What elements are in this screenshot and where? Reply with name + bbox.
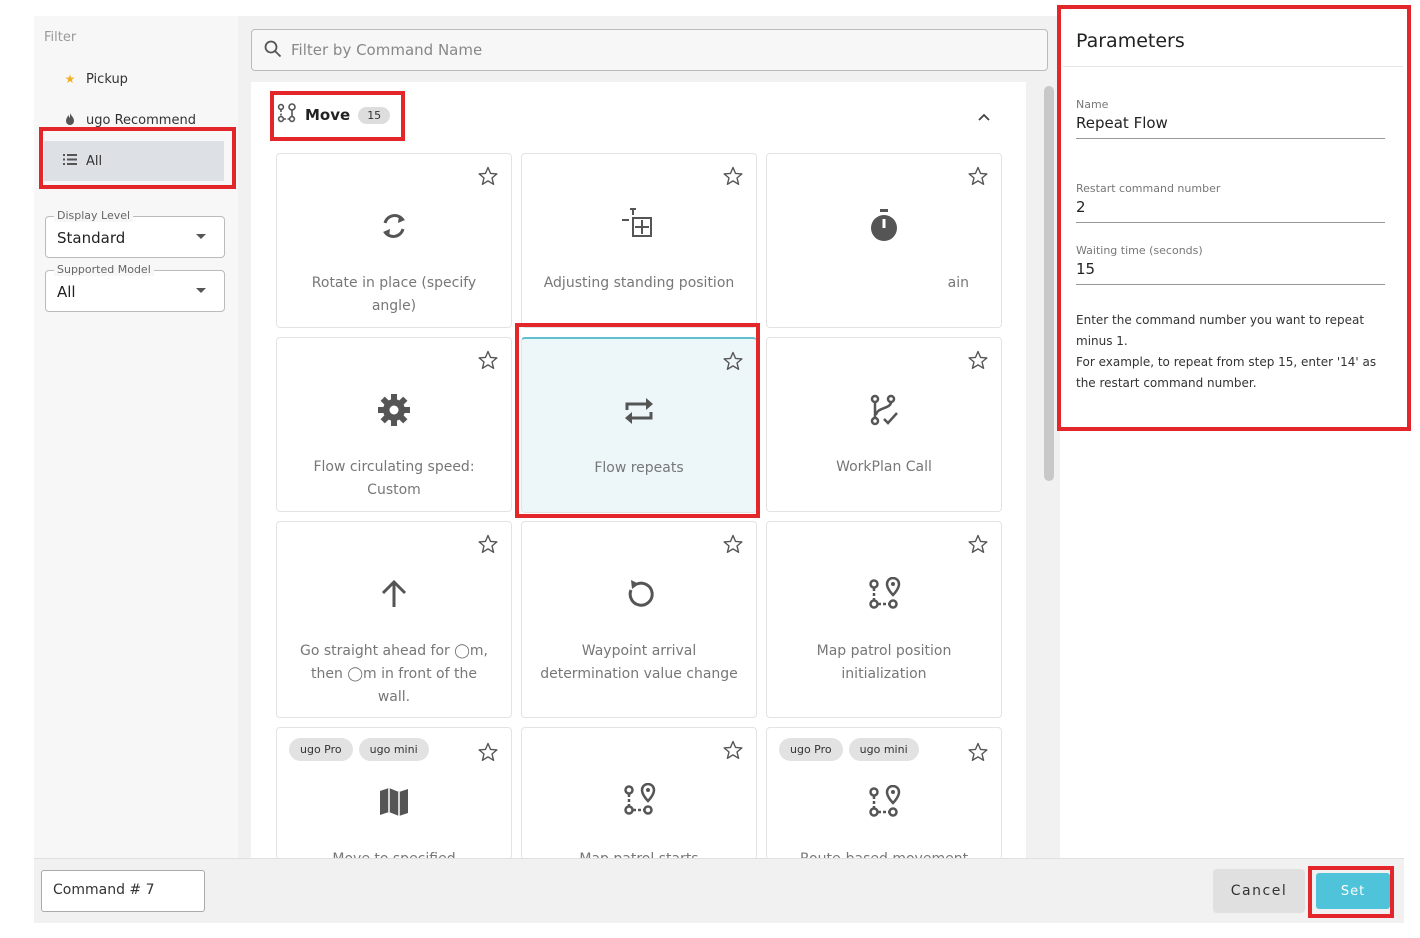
repeat-icon <box>522 391 756 431</box>
filter-sidebar: Filter ★ Pickup ugo Recommend All Displa… <box>34 16 238 858</box>
waiting-time-label: Waiting time (seconds) <box>1076 244 1203 257</box>
parameters-help-text: Enter the command number you want to rep… <box>1076 310 1386 394</box>
command-card[interactable]: Map patrol starts <box>521 727 757 860</box>
waiting-time-field[interactable]: Waiting time (seconds) 15 <box>1076 244 1385 285</box>
sidebar-item-label: All <box>86 153 103 169</box>
display-level-label: Display Level <box>54 209 134 222</box>
star-icon[interactable] <box>723 351 743 375</box>
help-line: For example, to repeat from step 15, ent… <box>1076 355 1377 390</box>
set-button[interactable]: Set <box>1316 873 1390 909</box>
flame-icon <box>60 112 80 128</box>
command-card[interactable]: Map patrol position initialization <box>766 521 1002 718</box>
model-chip: ugo Pro <box>289 738 353 761</box>
star-icon[interactable] <box>478 534 498 558</box>
model-chip: ugo mini <box>358 738 429 761</box>
display-level-select[interactable]: Display Level Standard <box>45 209 225 258</box>
route-icon <box>522 780 756 820</box>
dropdown-caret-icon <box>196 234 206 239</box>
command-card[interactable]: Flow repeats <box>521 337 757 513</box>
parameters-panel: Parameters Name Repeat Flow Restart comm… <box>1063 10 1403 428</box>
chevron-up-icon[interactable] <box>978 106 990 121</box>
star-icon[interactable] <box>478 166 498 190</box>
scrollbar[interactable] <box>1044 86 1054 481</box>
gear-icon <box>277 390 511 430</box>
command-card[interactable]: Waypoint arrival determination value cha… <box>521 521 757 718</box>
parameters-title: Parameters <box>1076 30 1185 52</box>
refresh-icon <box>522 574 756 614</box>
search-input[interactable]: Filter by Command Name <box>251 29 1048 71</box>
sidebar-item-ugo-recommend[interactable]: ugo Recommend <box>44 100 224 140</box>
command-card-label: Go straight ahead for ◯m, then ◯m in fro… <box>299 643 488 705</box>
list-icon <box>60 154 80 168</box>
command-number-field[interactable]: Command # 7 <box>41 870 205 912</box>
route-icon <box>767 574 1001 614</box>
command-card[interactable]: ugo Pro ugo mini Move to specified <box>276 727 512 860</box>
waiting-time-value: 15 <box>1076 260 1096 278</box>
star-icon[interactable] <box>478 350 498 374</box>
sidebar-item-label: ugo Recommend <box>86 112 196 128</box>
arrow-up-icon <box>277 574 511 614</box>
star-icon[interactable] <box>723 740 743 764</box>
sidebar-item-label: Pickup <box>86 71 128 87</box>
command-card-label: Adjusting standing position <box>543 275 735 291</box>
restart-command-number-value: 2 <box>1076 198 1086 216</box>
cancel-button[interactable]: Cancel <box>1213 869 1305 913</box>
group-header-move[interactable]: Move 15 <box>277 98 391 132</box>
map-icon <box>277 782 511 822</box>
model-chip: ugo Pro <box>779 738 843 761</box>
filter-title: Filter <box>44 30 77 45</box>
supported-model-value: All <box>57 283 76 301</box>
command-card-label: Flow circulating speed: Custom <box>313 459 475 498</box>
supported-model-select[interactable]: Supported Model All <box>45 263 225 312</box>
workplan-icon <box>767 390 1001 430</box>
model-chips: ugo Pro ugo mini <box>779 738 919 761</box>
supported-model-label: Supported Model <box>54 263 154 276</box>
command-card-label: Flow repeats <box>594 460 684 476</box>
name-field-value: Repeat Flow <box>1076 114 1168 132</box>
command-card[interactable]: WorkPlan Call <box>766 337 1002 512</box>
star-icon[interactable] <box>968 350 988 374</box>
star-icon[interactable] <box>723 166 743 190</box>
search-icon <box>264 40 282 62</box>
command-card[interactable]: Go straight ahead for ◯m, then ◯m in fro… <box>276 521 512 718</box>
name-field[interactable]: Name Repeat Flow <box>1076 98 1385 139</box>
rotate-icon <box>277 206 511 246</box>
command-card-label: Rotate in place (specify angle) <box>311 275 477 314</box>
footer-bar <box>34 858 1404 923</box>
command-card-label: ain <box>947 275 969 291</box>
star-icon[interactable] <box>968 742 988 766</box>
route-icon <box>277 103 297 127</box>
adjust-position-icon <box>522 206 756 246</box>
name-field-label: Name <box>1076 98 1109 111</box>
command-card-label: WorkPlan Call <box>836 459 932 475</box>
star-icon[interactable] <box>968 166 988 190</box>
star-icon: ★ <box>64 72 76 86</box>
sidebar-item-all[interactable]: All <box>44 141 224 181</box>
timer-icon <box>767 206 1001 246</box>
model-chip: ugo mini <box>848 738 919 761</box>
command-card[interactable]: ugo Pro ugo mini Route-based movement <box>766 727 1002 860</box>
help-line: Enter the command number you want to rep… <box>1076 313 1365 348</box>
route-icon <box>767 782 1001 822</box>
restart-command-number-label: Restart command number <box>1076 182 1221 195</box>
star-icon[interactable] <box>478 742 498 766</box>
command-card[interactable]: Flow circulating speed: Custom <box>276 337 512 512</box>
model-chips: ugo Pro ugo mini <box>289 738 429 761</box>
star-icon[interactable] <box>723 534 743 558</box>
group-label: Move <box>305 106 351 124</box>
search-placeholder: Filter by Command Name <box>291 41 483 59</box>
command-card[interactable]: ain <box>766 153 1002 328</box>
command-card[interactable]: Rotate in place (specify angle) <box>276 153 512 328</box>
command-card[interactable]: Adjusting standing position <box>521 153 757 328</box>
display-level-value: Standard <box>57 229 126 247</box>
command-number-value: Command # 7 <box>53 882 155 898</box>
restart-command-number-field[interactable]: Restart command number 2 <box>1076 182 1385 223</box>
dropdown-caret-icon <box>196 288 206 293</box>
sidebar-item-pickup[interactable]: ★ Pickup <box>44 59 224 99</box>
divider <box>1063 66 1403 67</box>
count-badge: 15 <box>358 106 391 124</box>
command-card-label: Waypoint arrival determination value cha… <box>540 643 738 682</box>
command-card-label: Map patrol position initialization <box>816 643 952 682</box>
star-icon[interactable] <box>968 534 988 558</box>
